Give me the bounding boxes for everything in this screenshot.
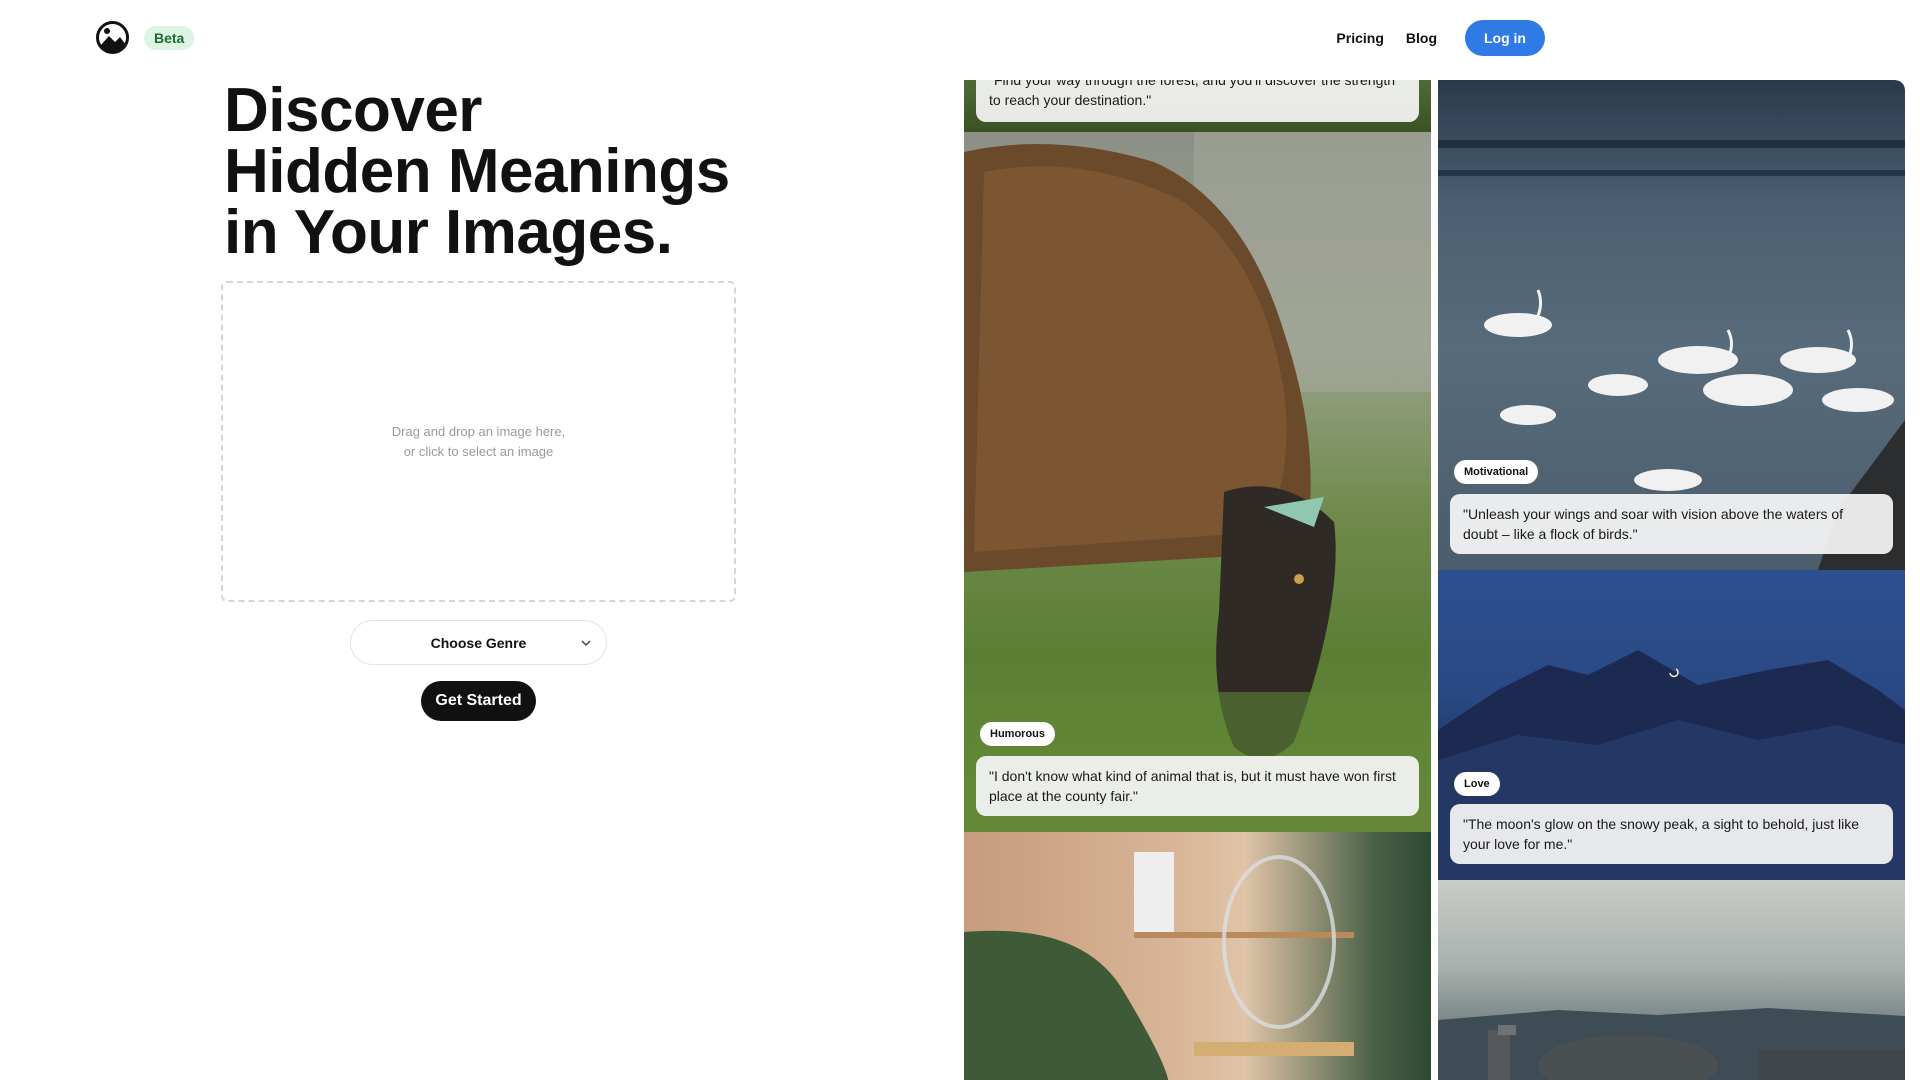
logo-icon[interactable] [96,21,129,54]
quote-line: doubt – like a flock of birds." [1463,526,1638,542]
quote-line: "Find your way through the forest, and y… [989,80,1396,88]
quote-line: "Unleash your wings and soar with vision… [1463,506,1844,522]
genre-tag: Motivational [1454,460,1539,484]
headline-line: Hidden Meanings [224,137,730,206]
dropzone-line: Drag and drop an image here, [391,423,566,439]
caption-quote: "I don't know what kind of animal that i… [976,756,1419,816]
gallery-card[interactable] [1438,880,1905,1080]
dropzone-instructions: Drag and drop an image here, or click to… [392,422,565,462]
quote-line: place at the county fair." [989,788,1138,804]
caption-quote: "The moon's glow on the snowy peak, a si… [1450,804,1893,864]
nav-blog-link[interactable]: Blog [1406,30,1437,46]
gallery-card[interactable]: Humorous "I don't know what kind of anim… [964,132,1431,832]
chevron-down-icon [581,640,591,647]
beta-badge: Beta [144,26,195,50]
headline-line: in Your Images. [224,198,673,267]
quote-line: "I don't know what kind of animal that i… [989,768,1396,784]
gallery-card[interactable]: Motivational "Unleash your wings and soa… [1438,80,1905,570]
chair-room-image [964,832,1431,1080]
hero-headline: Discover Hidden Meanings in Your Images. [224,76,784,267]
genre-select-label: Choose Genre [430,634,527,651]
login-button[interactable]: Log in [1465,20,1545,56]
nav-pricing-link[interactable]: Pricing [1336,30,1383,46]
quote-line: to reach your destination." [989,92,1152,108]
get-started-button[interactable]: Get Started [421,681,536,721]
image-dropzone[interactable]: Drag and drop an image here, or click to… [221,281,736,602]
gallery-card[interactable] [964,832,1431,1080]
example-gallery: "Find your way through the forest, and y… [964,80,1905,1080]
quote-line: "The moon's glow on the snowy peak, a si… [1463,816,1859,832]
gallery-card[interactable]: Love "The moon's glow on the snowy peak,… [1438,570,1905,880]
genre-tag: Humorous [980,722,1055,746]
dropzone-line: or click to select an image [403,443,554,459]
caption-quote: "Unleash your wings and soar with vision… [1450,494,1893,554]
quote-line: your love for me." [1463,836,1573,852]
gallery-card[interactable]: "Find your way through the forest, and y… [964,80,1431,132]
genre-tag: Love [1454,772,1500,796]
top-nav: Pricing Blog Log in [1336,20,1545,56]
headline-line: Discover [224,76,482,145]
cloudy-harbor-image [1438,880,1905,1080]
genre-select[interactable]: Choose Genre [350,620,607,665]
caption-quote: "Find your way through the forest, and y… [976,80,1419,122]
